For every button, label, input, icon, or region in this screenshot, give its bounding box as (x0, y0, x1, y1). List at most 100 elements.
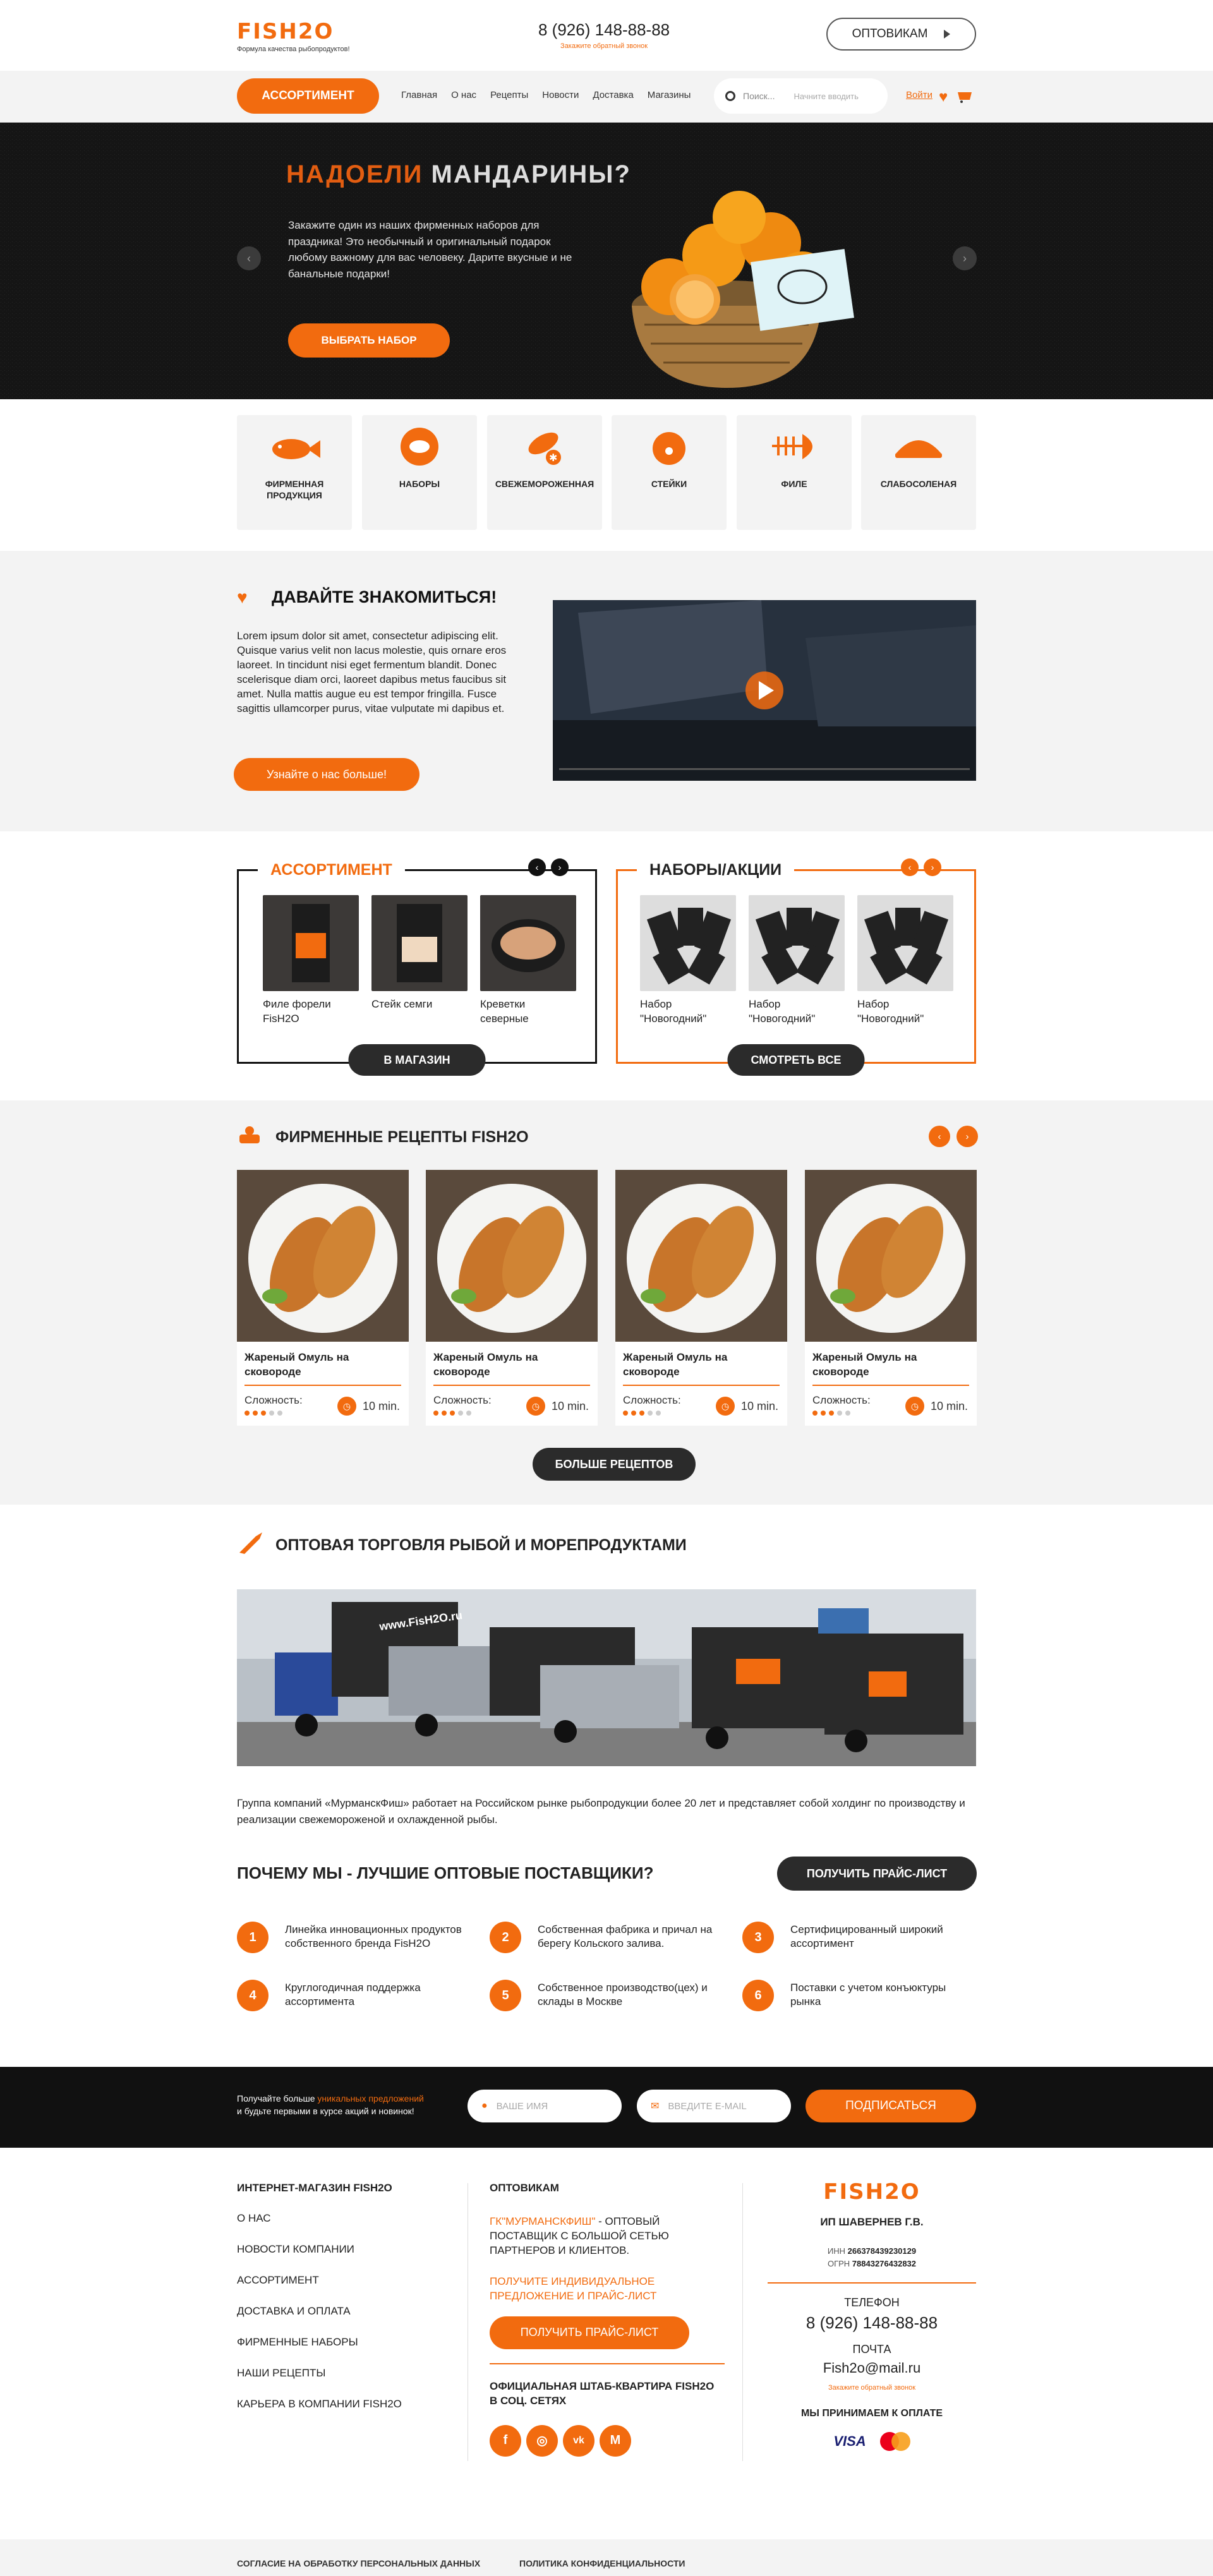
prev-arrow-icon[interactable]: ‹ (528, 858, 546, 876)
get-price-button[interactable]: ПОЛУЧИТЬ ПРАЙС-ЛИСТ (777, 1857, 977, 1891)
header-phone[interactable]: 8 (926) 148-88-88 (538, 20, 670, 40)
search-placeholder: Поиск... (743, 91, 775, 101)
set-card[interactable]: Набор "Новогодний" (749, 895, 845, 1026)
footer-link[interactable]: КАРЬЕРА В КОМПАНИИ FISH2O (237, 2398, 402, 2410)
visa-logo: VISA (833, 2433, 866, 2449)
callback-link[interactable]: Закажите обратный звонок (538, 42, 670, 50)
set-card[interactable]: Набор "Новогодний" (640, 895, 736, 1026)
owner-name: ИП ШАВЕРНЕВ Г.В. (820, 2216, 924, 2228)
product-card[interactable]: Стейк семги (371, 895, 468, 1012)
footer-logo[interactable]: FISH2O (768, 2179, 976, 2205)
footer-phone[interactable]: 8 (926) 148-88-88 (768, 2313, 976, 2333)
footer-link[interactable]: НОВОСТИ КОМПАНИИ (237, 2243, 402, 2256)
next-arrow-icon[interactable]: › (924, 858, 941, 876)
about-section: ♥ ДАВАЙТЕ ЗНАКОМИТЬСЯ! Lorem ipsum dolor… (0, 551, 1213, 831)
reason-text: Круглогодичная поддержка ассортимента (285, 1982, 421, 2008)
footer-email[interactable]: Fish2o@mail.ru (768, 2360, 976, 2376)
name-field[interactable]: ● ВАШЕ ИМЯ (468, 2090, 622, 2122)
email-field[interactable]: ✉ ВВЕДИТЕ E-MAIL (637, 2090, 791, 2122)
hero-description: Закажите один из наших фирменных наборов… (288, 219, 572, 280)
search-icon (725, 91, 735, 101)
search-hint: Начните вводить (794, 91, 859, 101)
instagram-icon[interactable]: ◎ (526, 2424, 558, 2457)
footer-link[interactable]: ФИРМЕННЫЕ НАБОРЫ (237, 2336, 402, 2349)
recipe-image (615, 1170, 787, 1342)
hero-title-b: МАНДАРИНЫ? (431, 160, 631, 188)
search-input[interactable]: Поиск... Начните вводить (714, 78, 888, 114)
assortment-arrows: ‹ › (528, 858, 569, 876)
heart-icon[interactable]: ♥ (939, 88, 948, 106)
wholesale-text: Группа компаний «МурманскФиш» работает н… (237, 1797, 965, 1826)
consent-link[interactable]: СОГЛАСИЕ НА ОБРАБОТКУ ПЕРСОНАЛЬНЫХ ДАННЫ… (237, 2558, 480, 2568)
next-arrow-icon[interactable]: › (551, 858, 569, 876)
footer-link[interactable]: ДОСТАВКА И ОПЛАТА (237, 2305, 402, 2318)
recipe-image (237, 1170, 409, 1342)
footer-link[interactable]: О НАС (237, 2212, 402, 2225)
logo[interactable]: FISH2O Формула качества рыбопродуктов! (237, 19, 350, 53)
prev-arrow-icon[interactable]: ‹ (929, 1126, 950, 1147)
reason-number: 6 (742, 1980, 774, 2011)
recipe-time: ◷ 10 min. (905, 1397, 968, 1416)
sets-arrows: ‹ › (901, 858, 941, 876)
footer-price-button[interactable]: ПОЛУЧИТЬ ПРАЙС-ЛИСТ (490, 2316, 689, 2349)
recipe-card[interactable]: Жареный Омуль на сковороде Сложность: ◷ 1… (426, 1170, 598, 1426)
play-arrow-icon (944, 30, 951, 39)
subscribe-text-a: Получайте больше (237, 2093, 318, 2104)
hero-next-arrow[interactable]: › (953, 246, 977, 270)
header-phone-block: 8 (926) 148-88-88 Закажите обратный звон… (538, 20, 670, 50)
hero-banner: НАДОЕЛИ МАНДАРИНЫ? Закажите один из наши… (0, 123, 1213, 399)
reason-text: Линейка инновационных продуктов собствен… (285, 1923, 462, 1950)
difficulty-dots (433, 1411, 471, 1416)
video-player[interactable] (553, 600, 976, 781)
set-card[interactable]: Набор "Новогодний" (857, 895, 953, 1026)
category-fillet[interactable]: ФИЛЕ (737, 415, 852, 530)
facebook-icon[interactable]: f (490, 2424, 521, 2457)
recipe-card[interactable]: Жареный Омуль на сковороде Сложность: ◷ 1… (237, 1170, 409, 1426)
product-card[interactable]: Филе форели FisH2O (263, 895, 359, 1026)
hero-prev-arrow[interactable]: ‹ (237, 246, 261, 270)
why-us-title: ПОЧЕМУ МЫ - ЛУЧШИЕ ОПТОВЫЕ ПОСТАВЩИКИ? (237, 1863, 654, 1882)
to-shop-button[interactable]: В МАГАЗИН (348, 1044, 486, 1076)
reason-text: Сертифицированный широкий ассортимент (790, 1923, 943, 1950)
reason-item: 5 Собственное производство(цех) и склады … (490, 1980, 717, 2011)
menu-item-shops[interactable]: Магазины (648, 90, 691, 100)
menu-item-home[interactable]: Главная (401, 90, 437, 100)
menu-item-news[interactable]: Новости (542, 90, 579, 100)
recipes-title: ФИРМЕННЫЕ РЕЦЕПТЫ FISH2O (275, 1128, 529, 1146)
category-branded[interactable]: ФИРМЕННАЯ ПРОДУКЦИЯ (237, 415, 352, 530)
menu-item-delivery[interactable]: Доставка (593, 90, 633, 100)
logo-tagline: Формула качества рыбопродуктов! (237, 45, 350, 53)
recipe-card[interactable]: Жареный Омуль на сковороде Сложность: ◷ 1… (805, 1170, 977, 1426)
subscribe-button[interactable]: ПОДПИСАТЬСЯ (806, 2090, 976, 2122)
recipe-time-value: 10 min. (930, 1399, 968, 1412)
prev-arrow-icon[interactable]: ‹ (901, 858, 919, 876)
next-arrow-icon[interactable]: › (957, 1126, 978, 1147)
see-all-button[interactable]: СМОТРЕТЬ ВСЕ (727, 1044, 865, 1076)
about-more-button[interactable]: Узнайте о нас больше! (234, 758, 419, 791)
product-card[interactable]: Креветки северные (480, 895, 576, 1026)
choose-set-button[interactable]: ВЫБРАТЬ НАБОР (288, 323, 450, 358)
footer-link[interactable]: АССОРТИМЕНТ (237, 2274, 402, 2287)
menu-item-about[interactable]: О нас (451, 90, 476, 100)
cart-icon[interactable] (957, 87, 973, 108)
recipe-card[interactable]: Жареный Омуль на сковороде Сложность: ◷ 1… (615, 1170, 787, 1426)
wholesale-button[interactable]: ОПТОВИКАМ (826, 18, 976, 51)
payment-title: МЫ ПРИНИМАЕМ К ОПЛАТЕ (800, 2408, 943, 2419)
assortment-button[interactable]: АССОРТИМЕНТ (237, 78, 379, 114)
category-frozen[interactable]: ✱ СВЕЖЕМОРОЖЕННАЯ (487, 415, 602, 530)
recipe-time-value: 10 min. (362, 1399, 400, 1412)
menu-item-recipes[interactable]: Рецепты (490, 90, 528, 100)
category-steaks[interactable]: СТЕЙКИ (612, 415, 727, 530)
privacy-link[interactable]: ПОЛИТИКА КОНФИДЕНЦИАЛЬНОСТИ (519, 2558, 685, 2568)
category-sets[interactable]: НАБОРЫ (362, 415, 477, 530)
footer-callback-link[interactable]: Закажите обратный звонок (768, 2384, 976, 2392)
vk-icon[interactable]: vk (563, 2424, 594, 2457)
category-label: ФИЛЕ (781, 479, 807, 489)
more-recipes-button[interactable]: БОЛЬШЕ РЕЦЕПТОВ (533, 1448, 696, 1481)
trucks-photo: www.FisH2O.ru (237, 1589, 976, 1766)
login-link[interactable]: Войти (906, 90, 932, 100)
footer-link[interactable]: НАШИ РЕЦЕПТЫ (237, 2367, 402, 2380)
fish-bone-icon (737, 415, 852, 478)
mail-ru-icon[interactable]: M (600, 2424, 631, 2457)
category-salted[interactable]: СЛАБОСОЛЕНАЯ (861, 415, 976, 530)
